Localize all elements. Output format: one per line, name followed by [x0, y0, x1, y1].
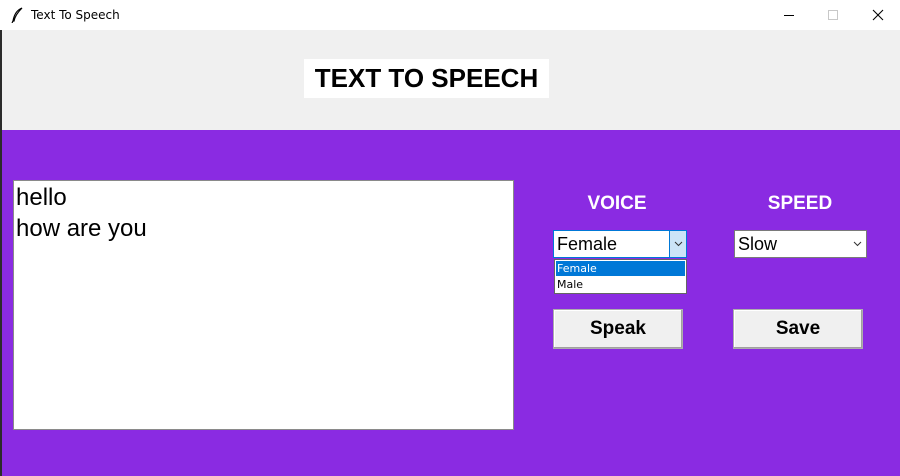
close-icon	[872, 9, 884, 21]
voice-dropdown-list: Female Male	[554, 259, 687, 294]
main-panel: hello how are you VOICE SPEED Female Fem…	[2, 130, 900, 476]
window-title: Text To Speech	[31, 8, 120, 22]
speed-selected-value: Slow	[738, 234, 778, 254]
minimize-button[interactable]	[766, 0, 812, 30]
speed-label: SPEED	[767, 193, 833, 214]
minimize-icon	[784, 15, 794, 16]
text-input-area[interactable]: hello how are you	[13, 180, 514, 430]
voice-option-male[interactable]: Male	[556, 277, 685, 292]
window-title-bar: Text To Speech	[0, 0, 900, 30]
voice-select[interactable]: Female	[553, 230, 687, 258]
voice-option-female[interactable]: Female	[556, 261, 685, 276]
window-client-area: TEXT TO SPEECH hello how are you VOICE S…	[0, 30, 900, 476]
maximize-button[interactable]	[810, 0, 856, 30]
chevron-down-icon[interactable]	[849, 231, 866, 257]
text-line: how are you	[16, 215, 147, 242]
close-button[interactable]	[855, 0, 900, 30]
speak-button[interactable]: Speak	[553, 309, 683, 349]
header-panel: TEXT TO SPEECH	[2, 30, 900, 130]
voice-label: VOICE	[587, 193, 647, 214]
maximize-icon	[828, 10, 838, 20]
save-button[interactable]: Save	[733, 309, 863, 349]
feather-icon	[11, 7, 23, 23]
speed-select[interactable]: Slow	[734, 230, 867, 258]
voice-selected-value: Female	[557, 234, 618, 254]
chevron-down-icon[interactable]	[669, 231, 686, 257]
app-heading: TEXT TO SPEECH	[304, 59, 549, 98]
text-line: hello	[16, 184, 67, 211]
